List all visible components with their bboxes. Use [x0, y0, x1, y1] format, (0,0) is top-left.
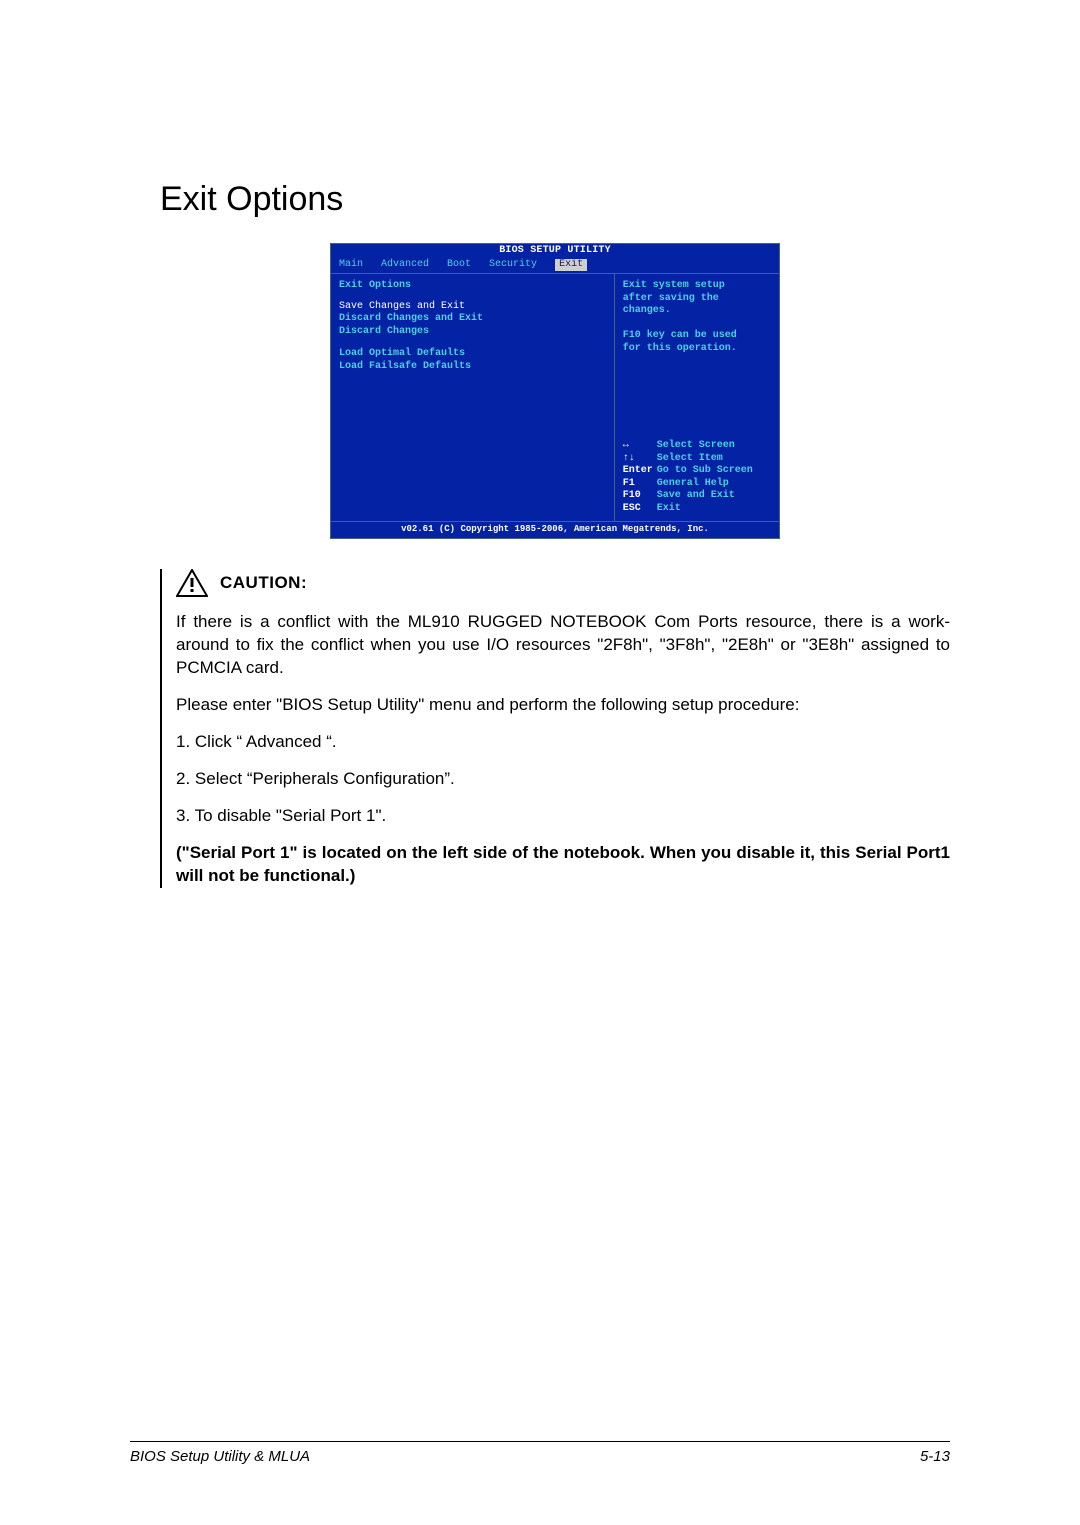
option-save-changes-exit[interactable]: Save Changes and Exit — [339, 301, 606, 314]
section-title: Exit Options — [160, 180, 950, 219]
caution-label: CAUTION: — [220, 573, 307, 593]
menu-main[interactable]: Main — [339, 259, 363, 272]
menu-advanced[interactable]: Advanced — [381, 259, 429, 272]
bios-copyright: v02.61 (C) Copyright 1985-2006, American… — [331, 521, 779, 538]
option-load-failsafe-defaults[interactable]: Load Failsafe Defaults — [339, 361, 606, 374]
caution-bold-note: ("Serial Port 1" is located on the left … — [176, 842, 950, 888]
page-footer: BIOS Setup Utility & MLUA 5-13 — [130, 1441, 950, 1465]
caution-block: CAUTION: If there is a conflict with the… — [160, 569, 950, 887]
option-discard-changes[interactable]: Discard Changes — [339, 326, 606, 339]
exit-options-heading: Exit Options — [339, 280, 606, 293]
bios-help-text: Exit system setup after saving the chang… — [623, 280, 771, 355]
bios-key-legend: ↔Select Screen ↑↓Select Item EnterGo to … — [623, 440, 771, 515]
bios-screenshot: BIOS SETUP UTILITY Main Advanced Boot Se… — [330, 243, 780, 539]
bios-menubar: Main Advanced Boot Security Exit — [331, 259, 779, 274]
menu-exit[interactable]: Exit — [555, 259, 587, 272]
caution-step1: 1. Click “ Advanced “. — [176, 731, 950, 754]
bios-right-pane: Exit system setup after saving the chang… — [615, 274, 779, 521]
warning-icon — [176, 569, 208, 597]
bios-title: BIOS SETUP UTILITY — [331, 244, 779, 259]
caution-step2: 2. Select “Peripherals Configuration”. — [176, 768, 950, 791]
menu-boot[interactable]: Boot — [447, 259, 471, 272]
menu-security[interactable]: Security — [489, 259, 537, 272]
option-load-optimal-defaults[interactable]: Load Optimal Defaults — [339, 348, 606, 361]
footer-page-number: 5-13 — [920, 1448, 950, 1465]
caution-p2: Please enter "BIOS Setup Utility" menu a… — [176, 694, 950, 717]
option-discard-changes-exit[interactable]: Discard Changes and Exit — [339, 313, 606, 326]
caution-step3: 3. To disable "Serial Port 1". — [176, 805, 950, 828]
footer-left: BIOS Setup Utility & MLUA — [130, 1448, 310, 1465]
bios-left-pane: Exit Options Save Changes and Exit Disca… — [331, 274, 615, 521]
caution-p1: If there is a conflict with the ML910 RU… — [176, 611, 950, 680]
